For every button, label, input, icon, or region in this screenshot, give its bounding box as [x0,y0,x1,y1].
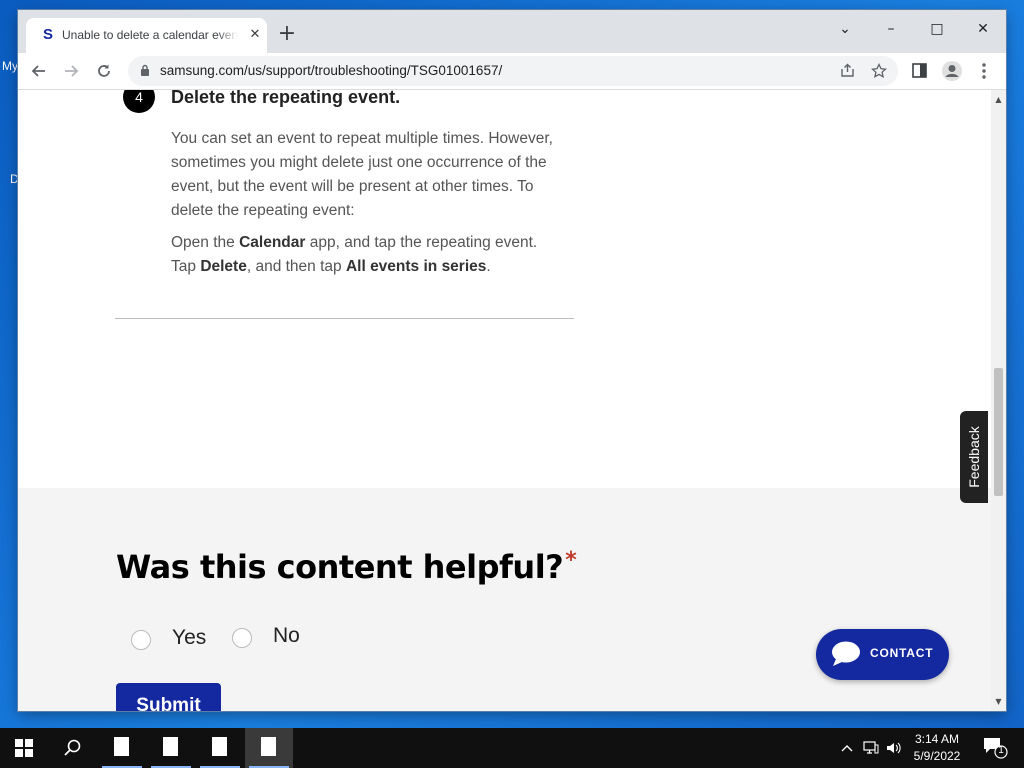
avatar-icon [942,61,962,81]
step-title: Delete the repeating event. [171,90,401,107]
arrow-left-icon [31,65,45,77]
feedback-tab-label: Feedback [966,426,982,488]
yes-radio[interactable] [131,630,151,650]
scrollbar-thumb[interactable] [994,368,1003,496]
page-scrollbar[interactable]: ▲ ▼ [991,90,1006,711]
contact-button[interactable]: CONTACT [816,629,949,680]
forward-button[interactable] [57,57,85,85]
lock-icon [141,64,149,76]
document-icon [114,737,129,756]
no-label[interactable]: No [273,624,300,648]
scroll-up-icon[interactable]: ▲ [991,92,1006,107]
no-radio[interactable] [232,628,252,648]
contact-label: CONTACT [870,646,934,660]
browser-tab[interactable]: S Unable to delete a calendar event ✕ [26,18,267,53]
search-icon [64,739,81,756]
tab-strip: S Unable to delete a calendar event ✕ + … [18,10,1006,53]
taskbar-app-active[interactable] [245,728,293,768]
desktop-icon-label[interactable]: My [2,59,18,73]
bookmark-star-icon[interactable] [866,58,892,84]
delete-option-name: Delete [200,258,247,275]
kebab-menu-icon [982,63,986,79]
minimize-button[interactable]: – [868,14,914,44]
step-number-badge: 4 [123,90,155,113]
yes-label[interactable]: Yes [172,626,206,650]
address-bar[interactable]: samsung.com/us/support/troubleshooting/T… [128,56,898,86]
taskbar: 3:14 AM 5/9/2022 1 [0,728,1024,768]
all-events-option-name: All events in series [345,258,487,275]
clock-time: 3:14 AM [914,732,960,746]
required-asterisk: * [565,548,577,573]
system-clock[interactable]: 3:14 AM 5/9/2022 [906,731,968,765]
menu-button[interactable] [970,57,998,85]
action-center-button[interactable]: 1 [982,736,1008,760]
reload-button[interactable] [90,57,118,85]
browser-toolbar: samsung.com/us/support/troubleshooting/T… [18,53,1006,90]
taskbar-app[interactable] [147,728,195,768]
taskbar-app[interactable] [98,728,146,768]
calendar-app-name: Calendar [239,234,306,251]
new-tab-button[interactable]: + [276,23,298,46]
chat-bubble-icon [832,641,860,666]
profile-button[interactable] [938,57,966,85]
side-panel-icon [911,63,927,78]
search-button[interactable] [48,728,96,768]
reload-icon [98,64,110,77]
side-panel-button[interactable] [905,57,933,85]
arrow-right-icon [65,65,79,77]
submit-button[interactable]: Submit [116,683,221,711]
document-icon [261,737,276,756]
instruction-text: , and then tap [246,258,346,275]
instruction-text: . [486,258,491,275]
network-icon[interactable] [862,738,880,758]
browser-window: S Unable to delete a calendar event ✕ + … [18,10,1006,711]
instruction-text: Open the [171,234,240,251]
instruction-text: app, and tap the repeating event. [305,234,538,251]
step-description: You can set an event to repeat multiple … [171,130,553,219]
url-text: samsung.com/us/support/troubleshooting/T… [160,63,503,78]
document-icon [212,737,227,756]
chevron-up-icon[interactable] [838,738,856,758]
clock-date: 5/9/2022 [913,749,961,763]
scroll-down-icon[interactable]: ▼ [991,694,1006,709]
share-icon[interactable] [834,58,860,84]
volume-icon[interactable] [885,738,903,758]
taskbar-app[interactable] [196,728,244,768]
tab-close-icon[interactable]: ✕ [246,26,264,44]
document-icon [163,737,178,756]
feedback-tab-button[interactable]: Feedback [960,411,988,503]
tab-title: Unable to delete a calendar event [62,28,238,42]
step-instructions: Open the Calendar app, and tap the repea… [171,231,576,279]
back-button[interactable] [25,57,53,85]
section-divider [115,318,574,319]
notification-count: 1 [998,745,1004,756]
maximize-button[interactable]: □ [914,14,960,44]
feedback-question: Was this content helpful?* [116,548,577,586]
page-content: 4 Delete the repeating event. You can se… [18,90,991,711]
close-window-button[interactable]: ✕ [960,14,1006,44]
feedback-question-text: Was this content helpful? [116,548,564,586]
tab-search-button[interactable]: ⌄ [822,14,868,44]
instruction-text: Tap [171,258,201,275]
start-button[interactable] [0,728,48,768]
samsung-favicon-icon: S [42,26,53,43]
windows-logo-icon [15,739,33,757]
